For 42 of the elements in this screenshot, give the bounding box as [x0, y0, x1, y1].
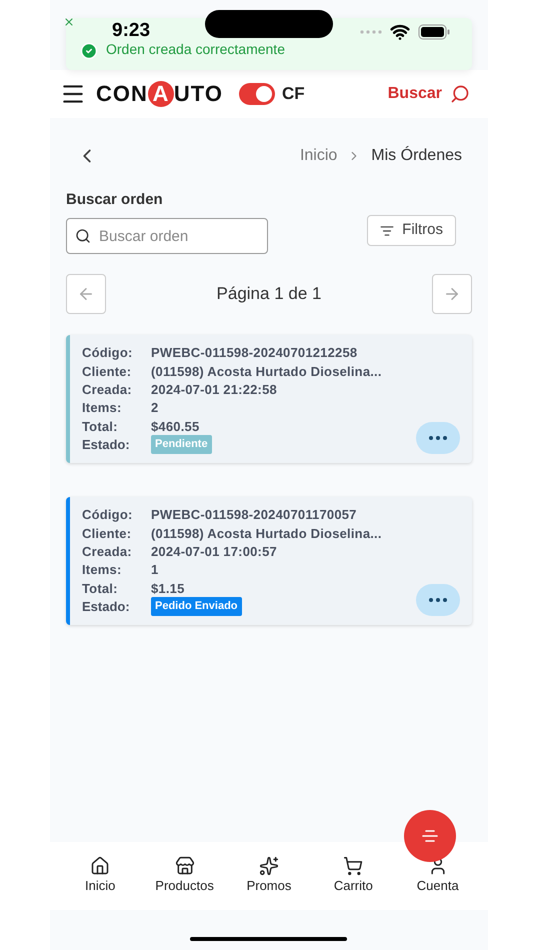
field-value: PWEBC-011598-20240701212258: [151, 344, 358, 362]
field-label: Total:: [82, 418, 119, 436]
field-label: Creada:: [82, 543, 133, 561]
field-label: Creada:: [82, 381, 133, 399]
field-label: Estado:: [82, 598, 131, 616]
page-indicator: Página 1 de 1: [216, 283, 322, 306]
field-label: Items:: [82, 399, 122, 418]
field-value: 2: [151, 399, 158, 418]
nav-item[interactable]: Inicio: [62, 856, 138, 896]
order-card[interactable]: Código: PWEBC-011598-20240701170057 Cliente: (011598) Acosta Hurtado Dioselina... Creada: 2024-07-01 17:00:57 Items: 1 Total: $1.15 Estado: Pedido Enviado: [66, 497, 472, 625]
field-value: 2024-07-01 17:00:57: [151, 543, 277, 561]
field-label: Código:: [82, 506, 134, 524]
filters-button[interactable]: Filtros: [367, 215, 456, 246]
field-label: Código:: [82, 344, 134, 362]
field-value: 2024-07-01 21:22:58: [151, 381, 277, 399]
field-value: (011598) Acosta Hurtado Dioselina...: [151, 524, 382, 543]
search-label: Buscar orden: [66, 191, 163, 208]
field-label: Cliente:: [82, 524, 132, 543]
nav-item[interactable]: Productos: [146, 856, 223, 896]
field-label: Cliente:: [82, 362, 132, 381]
toast-message: Orden creada correctamente: [106, 40, 285, 59]
field-value: $1.15: [151, 580, 185, 598]
field-label: Estado:: [82, 436, 131, 454]
search-button[interactable]: Buscar: [388, 82, 470, 106]
status-badge: Pedido Enviado: [151, 597, 242, 616]
breadcrumb-item[interactable]: Inicio: [300, 144, 338, 168]
field-value: PWEBC-011598-20240701170057: [151, 506, 357, 524]
logo: CON A UTO: [96, 81, 223, 107]
breadcrumb-item[interactable]: Mis Órdenes: [371, 144, 462, 168]
nav-item[interactable]: Carrito: [315, 856, 392, 896]
field-value: 1: [151, 561, 158, 580]
status-badge: Pendiente: [151, 435, 212, 454]
field-value: $460.55: [151, 418, 200, 436]
nav-item[interactable]: Promos: [230, 856, 307, 896]
nav-item[interactable]: Cuenta: [400, 856, 476, 896]
toggle-label: CF: [282, 83, 305, 106]
search-field[interactable]: Buscar orden: [66, 218, 268, 254]
status-time: 9:23: [112, 19, 150, 43]
field-value: (011598) Acosta Hurtado Dioselina...: [151, 362, 382, 381]
order-card[interactable]: Código: PWEBC-011598-20240701212258 Cliente: (011598) Acosta Hurtado Dioselina... Creada: 2024-07-01 21:22:58 Items: 2 Total: $460.55 Estado: Pendiente: [66, 335, 472, 463]
field-label: Total:: [82, 580, 119, 598]
field-label: Items:: [82, 561, 122, 580]
